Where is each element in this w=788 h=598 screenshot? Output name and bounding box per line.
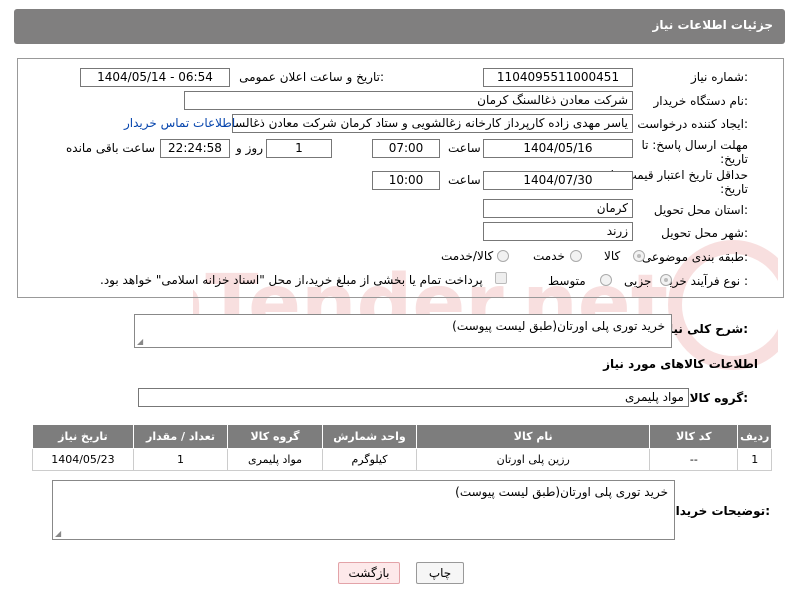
- description-label: شرح کلی نیاز:: [662, 322, 748, 336]
- treasury-payment-note: پرداخت تمام یا بخشی از مبلغ خرید،از محل …: [100, 273, 483, 287]
- goods-group-label: گروه کالا:: [689, 391, 748, 405]
- col-quantity: تعداد / مقدار: [132, 424, 229, 449]
- col-need-date: تاریخ نیاز: [32, 424, 134, 449]
- cell-need-date: 1404/05/23: [32, 448, 134, 471]
- print-button[interactable]: چاپ: [416, 562, 464, 584]
- category-option-service: خدمت: [533, 249, 565, 263]
- cell-group: مواد پلیمری: [227, 448, 323, 471]
- city-label: شهر محل تحویل:: [661, 226, 748, 240]
- goods-group-field[interactable]: مواد پلیمری: [138, 388, 689, 407]
- price-date-field[interactable]: 1404/07/30: [483, 171, 633, 190]
- process-label: نوع فرآیند خرید :: [663, 274, 748, 288]
- announce-date-label: تاریخ و ساعت اعلان عمومی:: [239, 70, 384, 84]
- cell-quantity: 1: [132, 448, 229, 471]
- col-unit: واحد شمارش: [321, 424, 418, 449]
- price-time-label: ساعت: [448, 173, 481, 187]
- need-number-label: شماره نیاز:: [690, 70, 748, 84]
- back-button[interactable]: بازگشت: [338, 562, 400, 584]
- process-radio-minor[interactable]: [660, 274, 672, 286]
- buyer-org-label: نام دستگاه خریدار:: [653, 94, 749, 108]
- table-row[interactable]: 1 -- رزین پلی اورتان کیلوگرم مواد پلیمری…: [32, 448, 772, 471]
- announce-date-field[interactable]: 1404/05/14 - 06:54: [80, 68, 230, 87]
- reply-deadline-label: مهلت ارسال پاسخ: تا تاریخ:: [641, 138, 748, 166]
- price-time-field[interactable]: 10:00: [372, 171, 440, 190]
- buyer-org-field[interactable]: شرکت معادن ذغالسنگ کرمان: [184, 91, 633, 110]
- category-label: طبقه بندی موضوعی:: [641, 250, 748, 264]
- buyer-notes-label: توضیحات خریدار:: [668, 504, 770, 518]
- page-title: جزئیات اطلاعات نیاز: [652, 18, 773, 32]
- cell-item-code: --: [649, 448, 739, 471]
- cell-unit: کیلوگرم: [321, 448, 418, 471]
- province-label: استان محل تحویل:: [653, 203, 748, 217]
- description-field[interactable]: خرید توری پلی اورتان(طبق لیست پیوست): [134, 314, 672, 348]
- cell-item-name: رزین پلی اورتان: [416, 448, 651, 471]
- buyer-notes-field[interactable]: خرید توری پلی اورتان(طبق لیست پیوست): [52, 480, 675, 540]
- cell-row-number: 1: [737, 448, 772, 471]
- need-number-field[interactable]: 1104095511000451: [483, 68, 633, 87]
- days-label: روز و: [236, 141, 263, 155]
- goods-table-header: ردیف کد کالا نام کالا واحد شمارش گروه کا…: [32, 424, 772, 449]
- col-item-code: کد کالا: [649, 424, 739, 449]
- reply-time-label: ساعت: [448, 141, 481, 155]
- col-item-name: نام کالا: [416, 424, 651, 449]
- col-group: گروه کالا: [227, 424, 323, 449]
- goods-table: ردیف کد کالا نام کالا واحد شمارش گروه کا…: [32, 424, 772, 471]
- days-field[interactable]: 1: [266, 139, 332, 158]
- goods-section-title: اطلاعات کالاهای مورد نیاز: [603, 357, 758, 371]
- process-radio-medium[interactable]: [600, 274, 612, 286]
- category-radio-service[interactable]: [570, 250, 582, 262]
- creator-label: ایجاد کننده درخواست:: [637, 117, 748, 131]
- category-radio-both[interactable]: [497, 250, 509, 262]
- reply-date-field[interactable]: 1404/05/16: [483, 139, 633, 158]
- col-row-number: ردیف: [737, 424, 772, 449]
- remaining-time-label: ساعت باقی مانده: [66, 141, 156, 155]
- city-field[interactable]: زرند: [483, 222, 633, 241]
- remaining-time-field[interactable]: 22:24:58: [160, 139, 230, 158]
- process-option-minor: جزیی: [624, 274, 652, 288]
- process-option-medium: متوسط: [548, 274, 586, 288]
- resize-handle-icon: ◢: [137, 337, 144, 346]
- treasury-payment-checkbox[interactable]: [495, 272, 507, 284]
- province-field[interactable]: کرمان: [483, 199, 633, 218]
- resize-handle-icon: ◢: [55, 529, 62, 538]
- category-radio-goods[interactable]: [633, 250, 645, 262]
- contact-buyer-link[interactable]: اطلاعات تماس خریدار: [124, 116, 235, 130]
- reply-time-field[interactable]: 07:00: [372, 139, 440, 158]
- page-header: جزئیات اطلاعات نیاز: [14, 9, 785, 44]
- creator-field[interactable]: یاسر مهدی زاده کارپرداز کارخانه زغالشویی…: [232, 114, 633, 133]
- category-option-goods: کالا: [604, 249, 621, 263]
- category-option-both: کالا/خدمت: [441, 249, 494, 263]
